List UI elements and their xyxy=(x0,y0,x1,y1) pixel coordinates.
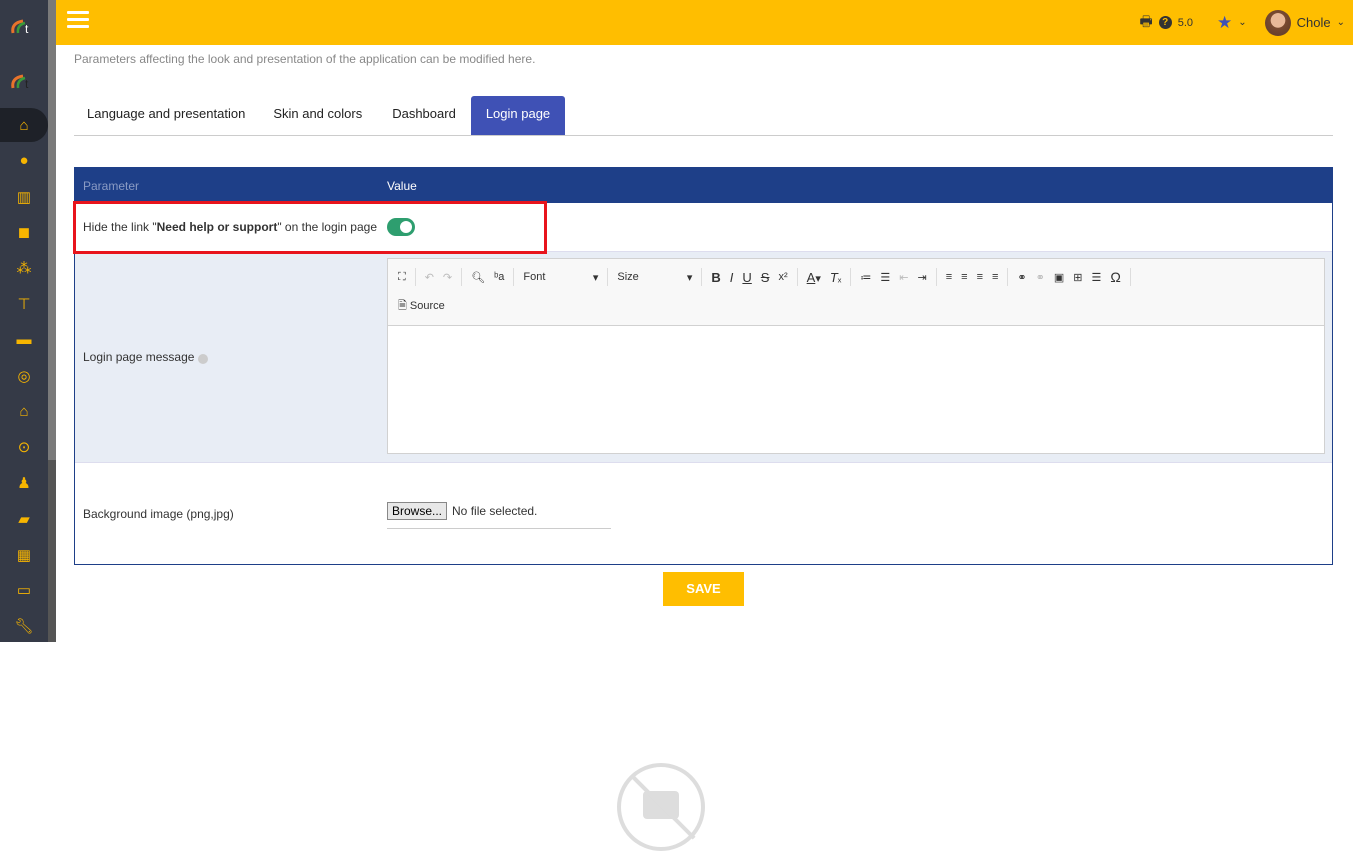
replace-icon[interactable]: ᵇa xyxy=(494,271,504,283)
col-value: Value xyxy=(387,178,417,193)
maximize-icon[interactable]: ⛶ xyxy=(398,271,406,284)
avatar[interactable] xyxy=(1264,9,1291,36)
browse-button[interactable]: Browse... xyxy=(387,502,448,520)
align-left-icon[interactable]: ≡ xyxy=(946,271,952,283)
strike-icon[interactable]: S xyxy=(761,270,770,285)
coins-icon[interactable]: ◎ xyxy=(0,359,48,393)
rich-text-editor: ⛶ ↶ ↷ 🔍︎ ᵇa Font ▾ Size ▾ B I U Sx² A▾ Tₓ ≔ ☰ ⇤ ⇥ ≡… xyxy=(387,258,1325,454)
tab-skin[interactable]: Skin and colors xyxy=(258,96,377,135)
justify-icon[interactable]: ≡ xyxy=(992,271,998,283)
logo-icon: t xyxy=(11,74,29,90)
numbered-list-icon[interactable]: ≔ xyxy=(860,271,871,284)
superscript-icon[interactable]: x² xyxy=(778,271,787,283)
user-tie-icon[interactable]: ♟ xyxy=(0,466,48,500)
redo-icon[interactable]: ↷ xyxy=(443,271,452,284)
user-icon[interactable]: ● xyxy=(0,144,48,178)
underline-icon[interactable]: U xyxy=(742,270,751,285)
login-message-label: Login page message xyxy=(75,252,387,462)
building-icon[interactable]: ▥ xyxy=(0,180,48,214)
bold-icon[interactable]: B xyxy=(711,270,720,285)
calendar-icon[interactable]: ▦ xyxy=(0,538,48,572)
menu-icon[interactable] xyxy=(67,11,89,29)
image-icon[interactable]: ▣ xyxy=(1054,271,1064,284)
chevron-down-icon[interactable]: ⌄ xyxy=(1337,17,1345,28)
editor-content[interactable] xyxy=(388,326,1324,453)
link-icon[interactable]: ⚭ xyxy=(1017,271,1026,284)
page-description: Parameters affecting the look and presen… xyxy=(74,52,536,66)
folder-open-icon[interactable]: ▰ xyxy=(0,502,48,536)
sitemap-icon[interactable]: ⊤ xyxy=(0,287,48,321)
user-name[interactable]: Chole xyxy=(1297,15,1331,30)
svg-text:t: t xyxy=(25,77,29,90)
size-select[interactable]: Size ▾ xyxy=(617,271,692,284)
bank-icon[interactable]: ⌂ xyxy=(0,394,48,428)
tabs: Language and presentation Skin and color… xyxy=(74,96,1333,136)
sidebar: t t ⌂ ● ▥ ◼ ⁂ ⊤ ▬ ◎ ⌂ ⊙ ♟ ▰ ▦ ▭ 🔧︎ xyxy=(0,0,48,642)
special-char-icon[interactable]: Ω xyxy=(1110,269,1120,285)
search-dollar-icon[interactable]: ⊙ xyxy=(0,430,48,464)
editor-toolbar: ⛶ ↶ ↷ 🔍︎ ᵇa Font ▾ Size ▾ B I U Sx² A▾ Tₓ ≔ ☰ ⇤ ⇥ ≡… xyxy=(388,259,1324,326)
file-status: No file selected. xyxy=(452,504,538,518)
help-icon[interactable]: ? xyxy=(1158,16,1172,29)
find-icon[interactable]: 🔍︎ xyxy=(471,271,485,284)
remove-format-icon[interactable]: Tₓ xyxy=(830,270,842,285)
font-select[interactable]: Font ▾ xyxy=(523,271,598,284)
home-icon[interactable]: ⌂ xyxy=(0,108,48,142)
italic-icon[interactable]: I xyxy=(730,270,734,285)
box-icon[interactable]: ◼ xyxy=(0,215,48,249)
indent-icon[interactable]: ⇥ xyxy=(918,271,927,284)
version-label: 5.0 xyxy=(1177,16,1193,29)
wrench-icon[interactable]: 🔧︎ xyxy=(0,609,48,643)
bulleted-list-icon[interactable]: ☰ xyxy=(880,271,890,284)
align-right-icon[interactable]: ≡ xyxy=(977,271,983,283)
tab-dashboard[interactable]: Dashboard xyxy=(377,96,471,135)
file-input[interactable]: Browse... No file selected. xyxy=(387,502,611,529)
logo-icon: t xyxy=(11,19,29,35)
unlink-icon[interactable]: ⚭ xyxy=(1036,271,1045,284)
source-button[interactable]: 🗎 Source xyxy=(398,297,445,316)
highlight-box xyxy=(73,201,547,254)
source-icon: 🗎 xyxy=(398,299,407,312)
chevron-down-icon[interactable]: ⌄ xyxy=(1238,17,1246,28)
svg-text:t: t xyxy=(25,22,29,35)
save-button[interactable]: SAVE xyxy=(663,572,744,606)
no-image-icon xyxy=(617,763,705,851)
tab-language[interactable]: Language and presentation xyxy=(74,96,258,135)
undo-icon[interactable]: ↶ xyxy=(425,271,434,284)
sidebar-scrollbar[interactable] xyxy=(48,0,56,642)
text-color-icon[interactable]: A▾ xyxy=(807,270,821,285)
boxes-icon[interactable]: ⁂ xyxy=(0,251,48,285)
tab-login-page[interactable]: Login page xyxy=(470,96,566,135)
print-icon[interactable]: 🖶 xyxy=(1139,11,1152,35)
col-parameter: Parameter xyxy=(83,178,140,193)
background-image-label: Background image (png,jpg) xyxy=(75,463,387,564)
ticket-icon[interactable]: ▭ xyxy=(0,573,48,607)
info-icon xyxy=(198,353,209,364)
table-icon[interactable]: ⊞ xyxy=(1073,271,1082,284)
horizontal-line-icon[interactable]: ☰ xyxy=(1091,271,1101,284)
top-bar: 🖶 ? 5.0 ★ ⌄ Chole ⌄ xyxy=(56,0,1353,45)
outdent-icon[interactable]: ⇤ xyxy=(899,271,908,284)
star-icon[interactable]: ★ xyxy=(1217,13,1232,33)
briefcase-icon[interactable]: ▬ xyxy=(0,323,48,357)
align-center-icon[interactable]: ≡ xyxy=(961,271,967,283)
